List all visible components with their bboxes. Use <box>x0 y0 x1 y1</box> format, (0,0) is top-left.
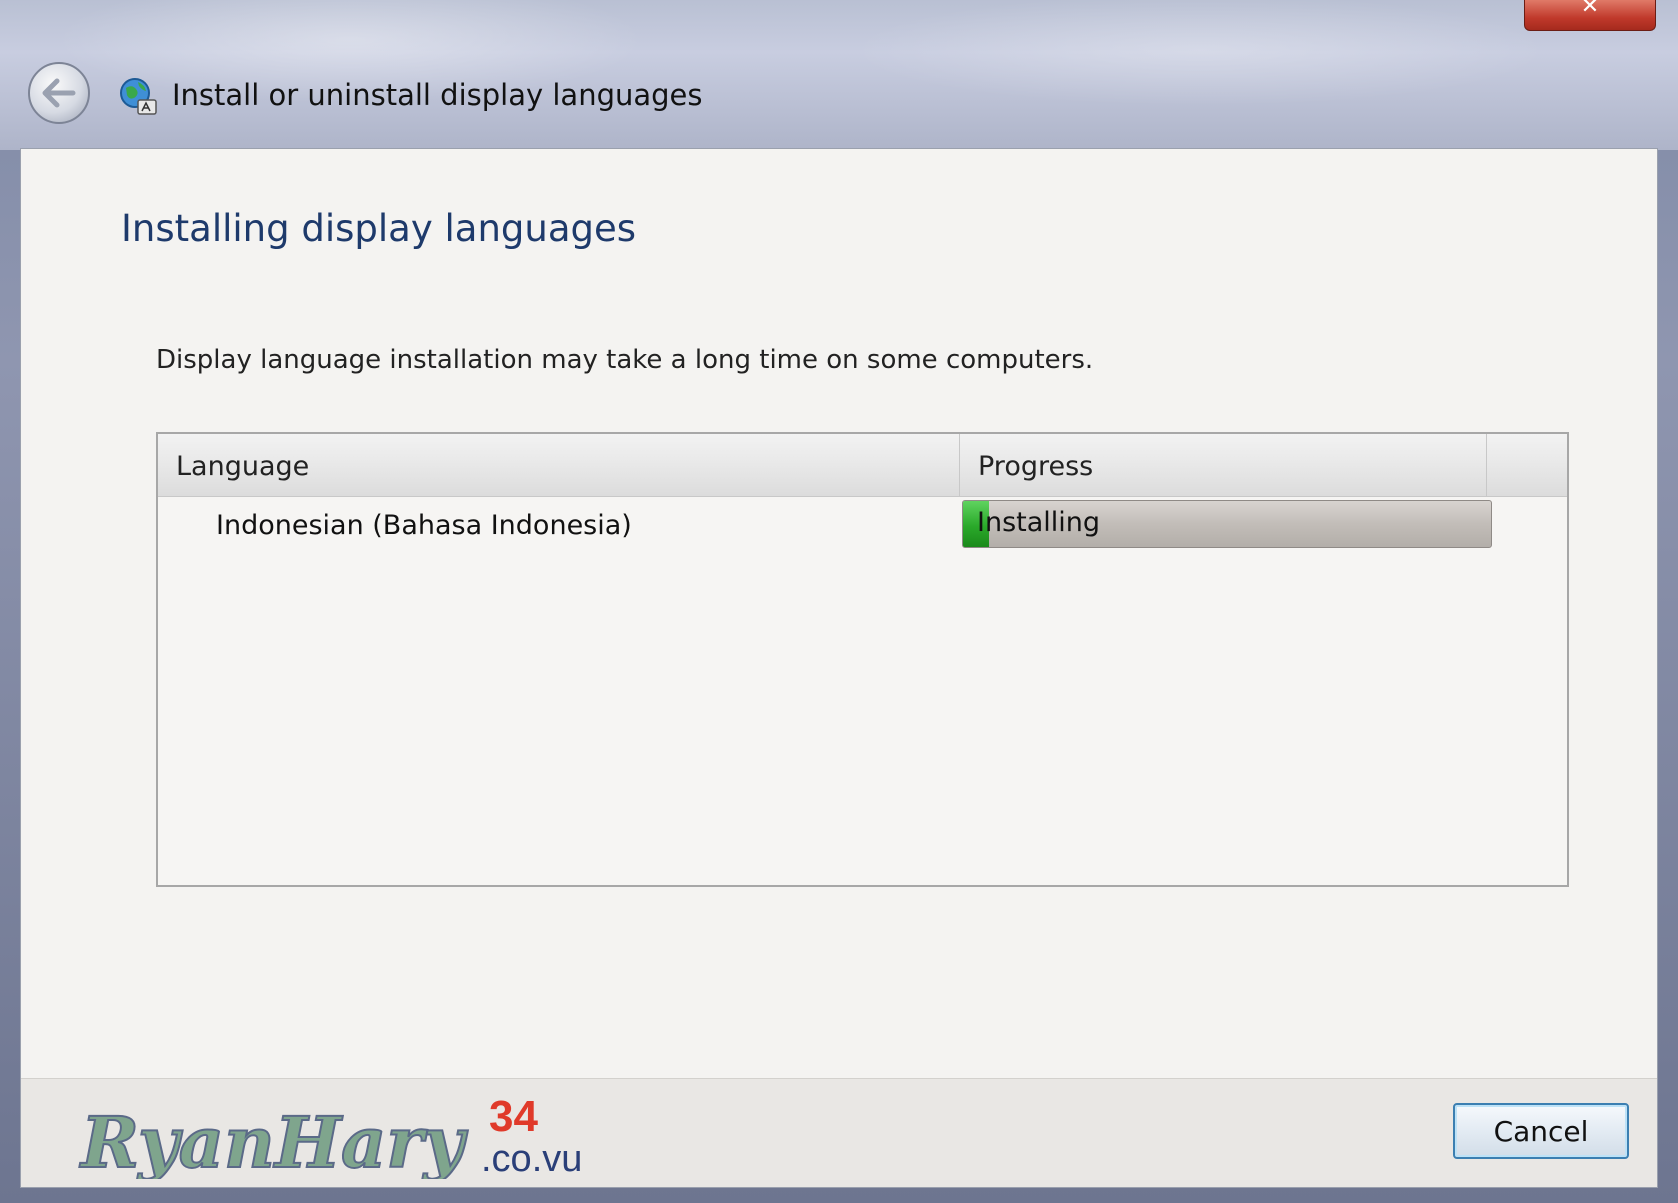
list-item[interactable]: Indonesian (Bahasa Indonesia) Installing <box>158 498 1567 550</box>
column-header-language[interactable]: Language <box>158 434 960 496</box>
content-pane: Installing display languages Display lan… <box>20 148 1658 1188</box>
list-header: Language Progress <box>158 434 1567 497</box>
window-titlebar: ✕ Install or uninstall display languages <box>0 0 1678 150</box>
watermark-logo: RyanHary 34 .co.vu <box>78 1092 582 1179</box>
watermark-number: 34 <box>489 1092 538 1141</box>
back-arrow-icon <box>42 78 76 108</box>
back-button[interactable] <box>28 62 90 124</box>
column-header-progress[interactable]: Progress <box>960 434 1487 496</box>
watermark-name: RyanHary <box>79 1101 468 1179</box>
progress-status: Installing <box>977 507 1101 538</box>
languages-list: Language Progress Indonesian (Bahasa Ind… <box>156 432 1569 887</box>
watermark-domain: .co.vu <box>481 1138 582 1179</box>
page-description: Display language installation may take a… <box>156 345 1094 375</box>
dialog-footer: RyanHary 34 .co.vu Cancel <box>21 1078 1657 1187</box>
close-button[interactable]: ✕ <box>1524 0 1656 31</box>
install-progress-bar: Installing <box>962 500 1492 548</box>
language-name: Indonesian (Bahasa Indonesia) <box>216 510 632 541</box>
close-icon: ✕ <box>1580 0 1600 19</box>
window-title: Install or uninstall display languages <box>172 78 703 112</box>
cancel-button[interactable]: Cancel <box>1453 1103 1629 1159</box>
globe-language-icon <box>120 78 157 115</box>
column-header-filler <box>1487 434 1567 496</box>
page-heading: Installing display languages <box>121 207 637 250</box>
